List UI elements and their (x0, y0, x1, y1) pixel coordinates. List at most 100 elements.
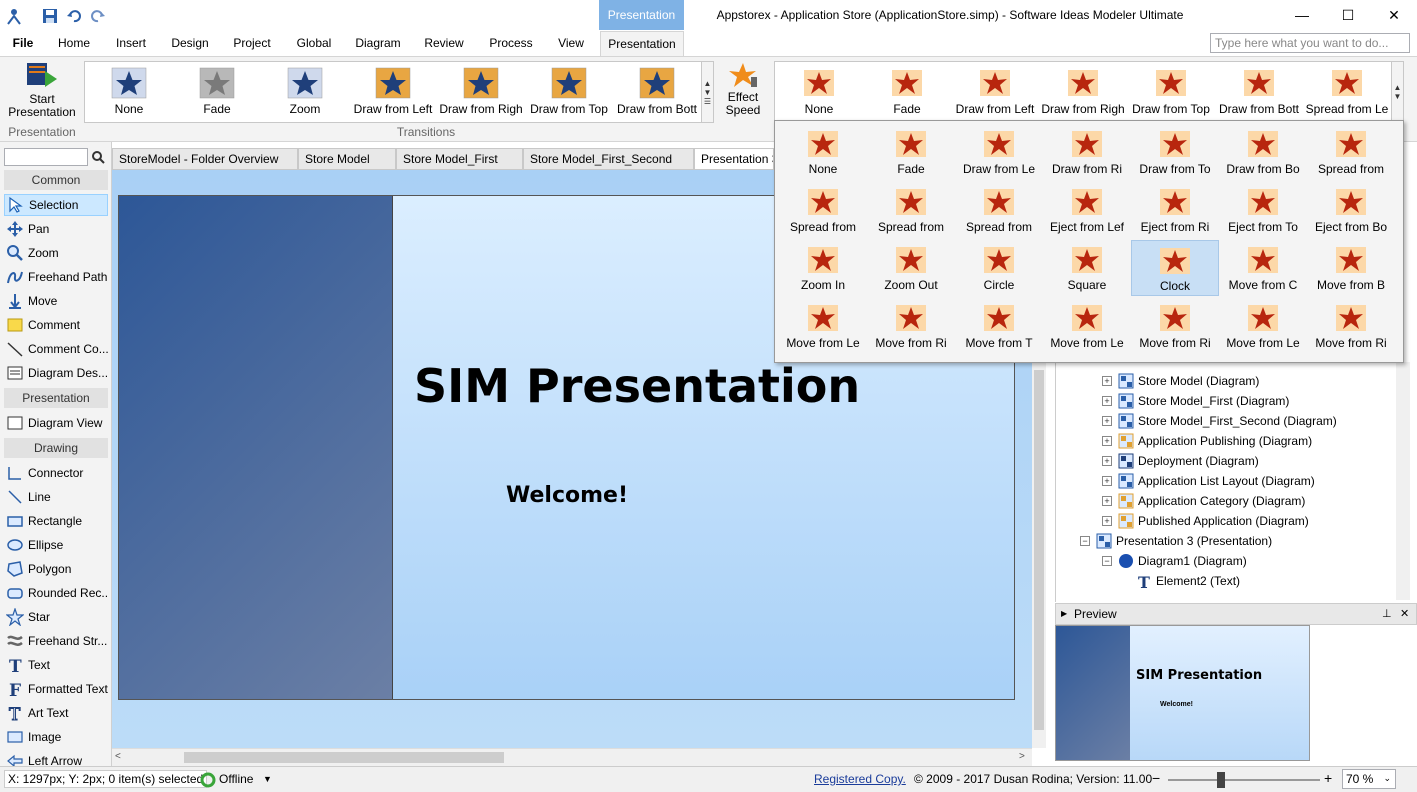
effect-option-clock[interactable]: Clock (1131, 240, 1219, 296)
expand-toggle-icon[interactable]: + (1102, 376, 1112, 386)
tool-freehand-path[interactable]: Freehand Path (4, 266, 108, 288)
tab-view[interactable]: View (550, 34, 592, 56)
tree-item-application-list-layout-diagram[interactable]: + Application List Layout (Diagram) (1102, 471, 1315, 491)
transition-draw-from-righ[interactable]: Draw from Righ (437, 62, 525, 122)
effect-option-move-from-le[interactable]: Move from Le (1043, 298, 1131, 354)
tool-ellipse[interactable]: Ellipse (4, 534, 108, 556)
chevron-down-icon[interactable]: ▼ (704, 88, 712, 97)
tab-file[interactable]: File (4, 34, 42, 56)
chevron-down-icon[interactable]: ▼ (1394, 92, 1402, 101)
transition-draw-from-left[interactable]: Draw from Left (349, 62, 437, 122)
tool-selection[interactable]: Selection (4, 194, 108, 216)
tool-freehand-str[interactable]: Freehand Str... (4, 630, 108, 652)
effect-option-none[interactable]: None (779, 124, 867, 180)
effect-option-circle[interactable]: Circle (955, 240, 1043, 296)
effect-spread-from-le[interactable]: Spread from Le (1303, 62, 1391, 122)
tab-presentation[interactable]: Presentation (600, 31, 684, 56)
tool-diagram-des[interactable]: Diagram Des... (4, 362, 108, 384)
effect-none[interactable]: None (775, 62, 863, 122)
chevron-down-icon[interactable]: ▼ (263, 774, 272, 784)
transition-draw-from-top[interactable]: Draw from Top (525, 62, 613, 122)
tree-item-store-model-first-second-diagram[interactable]: + Store Model_First_Second (Diagram) (1102, 411, 1337, 431)
zoom-out-icon[interactable]: − (1152, 770, 1160, 786)
effect-option-spread-from[interactable]: Spread from (867, 182, 955, 238)
tab-review[interactable]: Review (416, 34, 472, 56)
doc-tab-store-model-first-second[interactable]: Store Model_First_Second (523, 148, 694, 170)
transition-none[interactable]: None (85, 62, 173, 122)
pin-icon[interactable]: ⊥ (1382, 604, 1392, 624)
online-status[interactable]: Offline (219, 772, 253, 786)
expand-toggle-icon[interactable]: + (1102, 516, 1112, 526)
tree-item-element2-text[interactable]: T Element2 (Text) (1120, 571, 1240, 591)
tool-comment-co[interactable]: Comment Co... (4, 338, 108, 360)
expand-toggle-icon[interactable]: + (1102, 456, 1112, 466)
doc-tab-store-model-first[interactable]: Store Model_First (396, 148, 523, 170)
tool-polygon[interactable]: Polygon (4, 558, 108, 580)
effect-option-move-from-b[interactable]: Move from B (1307, 240, 1395, 296)
effect-draw-from-top[interactable]: Draw from Top (1127, 62, 1215, 122)
effect-option-fade[interactable]: Fade (867, 124, 955, 180)
effect-option-eject-from-lef[interactable]: Eject from Lef (1043, 182, 1131, 238)
tool-comment[interactable]: Comment (4, 314, 108, 336)
chevron-up-icon[interactable]: ▲ (704, 79, 712, 88)
tree-item-application-category-diagram[interactable]: + Application Category (Diagram) (1102, 491, 1305, 511)
chevron-down-icon[interactable]: ⌄ (1383, 773, 1391, 784)
effect-option-spread-from[interactable]: Spread from (1307, 124, 1395, 180)
effect-option-move-from-t[interactable]: Move from T (955, 298, 1043, 354)
tool-connector[interactable]: Connector (4, 462, 108, 484)
tree-item-store-model-first-diagram[interactable]: + Store Model_First (Diagram) (1102, 391, 1289, 411)
effect-option-draw-from-bo[interactable]: Draw from Bo (1219, 124, 1307, 180)
tool-pan[interactable]: Pan (4, 218, 108, 240)
slide-title[interactable]: SIM Presentation (414, 359, 860, 413)
expand-toggle-icon[interactable]: + (1102, 476, 1112, 486)
effect-option-eject-from-ri[interactable]: Eject from Ri (1131, 182, 1219, 238)
expand-toggle-icon[interactable]: + (1102, 496, 1112, 506)
start-presentation-button[interactable]: Start Presentation (4, 59, 80, 125)
effect-draw-from-righ[interactable]: Draw from Righ (1039, 62, 1127, 122)
close-button[interactable]: ✕ (1371, 0, 1417, 30)
tool-rectangle[interactable]: Rectangle (4, 510, 108, 532)
effect-option-draw-from-to[interactable]: Draw from To (1131, 124, 1219, 180)
tab-design[interactable]: Design (164, 34, 216, 56)
expand-toggle-icon[interactable]: − (1080, 536, 1090, 546)
scroll-right-icon[interactable]: > (1019, 751, 1025, 762)
tool-line[interactable]: Line (4, 486, 108, 508)
effect-option-zoom-in[interactable]: Zoom In (779, 240, 867, 296)
effect-option-move-from-ri[interactable]: Move from Ri (1131, 298, 1219, 354)
effect-option-eject-from-bo[interactable]: Eject from Bo (1307, 182, 1395, 238)
expand-toggle-icon[interactable]: + (1102, 416, 1112, 426)
registered-copy-link[interactable]: Registered Copy. (814, 772, 906, 786)
zoom-in-icon[interactable]: + (1324, 770, 1332, 786)
horizontal-scrollbar[interactable]: < > (112, 748, 1032, 766)
zoom-level-select[interactable]: 70 % ⌄ (1342, 769, 1396, 789)
effect-draw-from-bott[interactable]: Draw from Bott (1215, 62, 1303, 122)
effect-draw-from-left[interactable]: Draw from Left (951, 62, 1039, 122)
transition-zoom[interactable]: Zoom (261, 62, 349, 122)
tool-diagram-view[interactable]: Diagram View (4, 412, 108, 434)
effect-option-move-from-le[interactable]: Move from Le (779, 298, 867, 354)
tool-star[interactable]: Star (4, 606, 108, 628)
toolbox-section-drawing[interactable]: Drawing (4, 438, 108, 458)
toolbox-search-input[interactable] (4, 148, 88, 166)
tab-home[interactable]: Home (50, 34, 98, 56)
tree-item-store-model-diagram[interactable]: + Store Model (Diagram) (1102, 371, 1259, 391)
tab-global[interactable]: Global (288, 34, 340, 56)
transition-fade[interactable]: Fade (173, 62, 261, 122)
effect-option-zoom-out[interactable]: Zoom Out (867, 240, 955, 296)
tool-rounded-rec[interactable]: Rounded Rec... (4, 582, 108, 604)
undo-icon[interactable] (64, 6, 84, 26)
tab-diagram[interactable]: Diagram (348, 34, 408, 56)
expand-toggle-icon[interactable]: + (1102, 396, 1112, 406)
transition-draw-from-bott[interactable]: Draw from Bott (613, 62, 701, 122)
tool-image[interactable]: Image (4, 726, 108, 748)
tool-formatted-text[interactable]: F Formatted Text (4, 678, 108, 700)
tool-zoom[interactable]: Zoom (4, 242, 108, 264)
chevron-up-icon[interactable]: ▲ (1394, 83, 1402, 92)
tab-insert[interactable]: Insert (106, 34, 156, 56)
minimize-button[interactable]: — (1279, 0, 1325, 30)
effect-option-draw-from-ri[interactable]: Draw from Ri (1043, 124, 1131, 180)
tab-process[interactable]: Process (480, 34, 542, 56)
collapse-icon[interactable]: ▶ (1061, 604, 1067, 624)
expand-toggle-icon[interactable]: − (1102, 556, 1112, 566)
tab-project[interactable]: Project (224, 34, 280, 56)
